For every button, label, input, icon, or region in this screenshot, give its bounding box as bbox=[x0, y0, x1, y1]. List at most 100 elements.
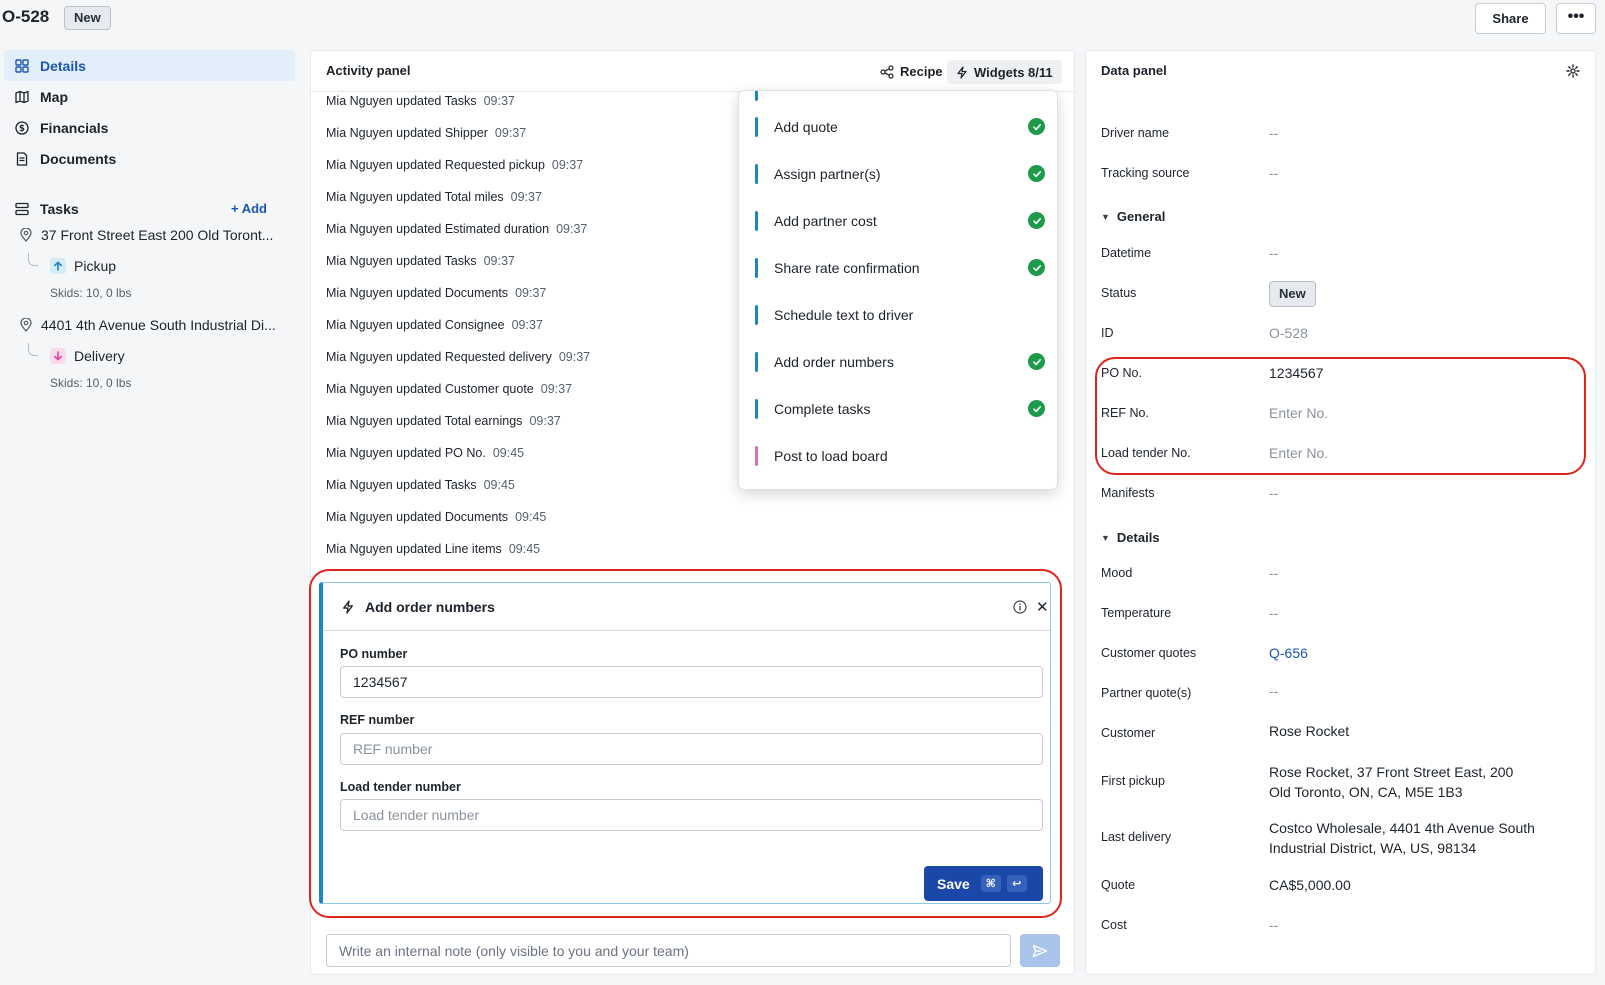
recipe-label: Recipe bbox=[900, 64, 943, 79]
load-tender-input[interactable] bbox=[340, 799, 1043, 831]
tree-connector bbox=[28, 253, 38, 266]
map-icon bbox=[15, 90, 29, 104]
task-label: Pickup bbox=[74, 258, 117, 274]
stop-item[interactable]: 37 Front Street East 200 Old Toront... bbox=[19, 227, 273, 243]
check-circle-icon bbox=[1028, 353, 1045, 370]
activity-log-entry: Mia Nguyen updated Documents 09:45 bbox=[326, 510, 546, 524]
widget-menu-item[interactable]: Add order numbers bbox=[755, 350, 1045, 374]
ref-no-value[interactable]: Enter No. bbox=[1269, 403, 1328, 423]
activity-log-entry: Mia Nguyen updated Tasks 09:37 bbox=[326, 94, 515, 108]
widget-menu-item[interactable]: Complete tasks bbox=[755, 397, 1045, 421]
caret-down-icon: ▼ bbox=[1101, 532, 1110, 543]
info-icon[interactable] bbox=[1013, 600, 1027, 614]
widget-menu-item[interactable]: Post to load board bbox=[755, 444, 1045, 468]
temperature-value[interactable]: -- bbox=[1269, 603, 1278, 623]
driver-name-value[interactable]: -- bbox=[1269, 123, 1278, 143]
widget-menu-label: Post to load board bbox=[774, 448, 888, 464]
sidebar-item-details[interactable]: Details bbox=[4, 50, 295, 81]
manifests-value[interactable]: -- bbox=[1269, 483, 1278, 503]
cost-label: Cost bbox=[1101, 918, 1127, 932]
share-button[interactable]: Share bbox=[1475, 3, 1546, 34]
sidebar-item-financials[interactable]: $ Financials bbox=[4, 112, 295, 143]
check-circle-icon bbox=[1028, 212, 1045, 229]
quote-value[interactable]: CA$5,000.00 bbox=[1269, 875, 1351, 895]
widgets-button[interactable]: Widgets 8/11 bbox=[947, 60, 1062, 84]
close-icon[interactable]: ✕ bbox=[1036, 598, 1049, 616]
widget-accent-bar bbox=[755, 352, 758, 372]
log-text: Mia Nguyen updated Documents bbox=[326, 510, 509, 524]
task-item-pickup[interactable]: Pickup bbox=[50, 258, 116, 274]
log-time: 09:37 bbox=[483, 254, 515, 268]
svg-text:$: $ bbox=[19, 124, 25, 134]
last-delivery-value[interactable]: Costco Wholesale, 4401 4th Avenue South … bbox=[1269, 818, 1535, 858]
widget-menu-item[interactable]: Share rate confirmation bbox=[755, 256, 1045, 280]
log-text: Mia Nguyen updated Line items bbox=[326, 542, 502, 556]
partner-quotes-label: Partner quote(s) bbox=[1101, 686, 1192, 700]
activity-log-entry: Mia Nguyen updated Line items 09:45 bbox=[326, 542, 540, 556]
recipe-button[interactable]: Recipe bbox=[880, 61, 943, 82]
general-section-toggle[interactable]: ▼ General bbox=[1101, 209, 1165, 224]
dollar-circle-icon: $ bbox=[15, 120, 29, 135]
log-time: 09:45 bbox=[483, 478, 515, 492]
widget-menu-item[interactable]: Add partner cost bbox=[755, 209, 1045, 233]
po-number-label: PO number bbox=[340, 647, 408, 661]
log-text: Mia Nguyen updated Estimated duration bbox=[326, 222, 550, 236]
widget-accent-bar bbox=[755, 211, 758, 231]
mood-value[interactable]: -- bbox=[1269, 563, 1278, 583]
quote-label: Quote bbox=[1101, 878, 1136, 892]
ref-number-label: REF number bbox=[340, 713, 415, 727]
more-options-button[interactable]: ••• bbox=[1556, 3, 1596, 34]
activity-log-entry: Mia Nguyen updated Customer quote 09:37 bbox=[326, 382, 572, 396]
bolt-icon bbox=[343, 599, 353, 614]
log-text: Mia Nguyen updated Tasks bbox=[326, 478, 477, 492]
arrow-up-icon bbox=[50, 258, 66, 274]
send-button[interactable] bbox=[1020, 934, 1060, 967]
last-delivery-label: Last delivery bbox=[1101, 830, 1172, 844]
gear-icon[interactable] bbox=[1566, 64, 1580, 78]
tasks-label: Tasks bbox=[40, 201, 79, 217]
datetime-value[interactable]: -- bbox=[1269, 243, 1278, 263]
po-number-input[interactable] bbox=[340, 666, 1043, 698]
widget-menu-item[interactable]: Schedule text to driver bbox=[755, 303, 1045, 327]
customer-value[interactable]: Rose Rocket bbox=[1269, 721, 1349, 741]
log-text: Mia Nguyen updated Tasks bbox=[326, 94, 477, 108]
cost-value[interactable]: -- bbox=[1269, 915, 1278, 935]
log-text: Mia Nguyen updated Total miles bbox=[326, 190, 504, 204]
tracking-source-value[interactable]: -- bbox=[1269, 163, 1278, 183]
check-circle-icon bbox=[1028, 165, 1045, 182]
bolt-icon bbox=[957, 65, 967, 79]
customer-label: Customer bbox=[1101, 726, 1156, 740]
temperature-label: Temperature bbox=[1101, 606, 1172, 620]
customer-quote-link[interactable]: Q-656 bbox=[1269, 643, 1308, 663]
ref-number-input[interactable] bbox=[340, 733, 1043, 765]
po-no-value[interactable]: 1234567 bbox=[1269, 363, 1324, 383]
caret-down-icon: ▼ bbox=[1101, 211, 1110, 222]
internal-note-input[interactable] bbox=[326, 934, 1011, 967]
sidebar-item-documents[interactable]: Documents bbox=[4, 143, 295, 174]
skids-summary: Skids: 10, 0 lbs bbox=[50, 286, 132, 300]
widget-menu-item-clipped[interactable] bbox=[755, 91, 1045, 103]
sidebar-item-map[interactable]: Map bbox=[4, 81, 295, 112]
save-button[interactable]: Save ⌘ ↩ bbox=[924, 866, 1043, 901]
stop-item[interactable]: 4401 4th Avenue South Industrial Di... bbox=[19, 317, 276, 333]
task-item-delivery[interactable]: Delivery bbox=[50, 348, 125, 364]
activity-log-entry: Mia Nguyen updated Estimated duration 09:… bbox=[326, 222, 587, 236]
log-text: Mia Nguyen updated Documents bbox=[326, 286, 509, 300]
task-label: Delivery bbox=[74, 348, 125, 364]
widget-menu-item[interactable]: Add quote bbox=[755, 115, 1045, 139]
log-time: 09:37 bbox=[511, 318, 543, 332]
log-time: 09:45 bbox=[492, 446, 525, 460]
id-value: O-528 bbox=[1269, 325, 1308, 341]
load-tender-no-value[interactable]: Enter No. bbox=[1269, 443, 1328, 463]
check-circle-icon bbox=[1028, 259, 1045, 276]
activity-log-entry: Mia Nguyen updated Requested pickup 09:37 bbox=[326, 158, 583, 172]
widget-menu-label: Complete tasks bbox=[774, 401, 871, 417]
add-task-button[interactable]: + Add bbox=[231, 201, 267, 216]
details-section-toggle[interactable]: ▼ Details bbox=[1101, 530, 1160, 545]
ref-no-label: REF No. bbox=[1101, 406, 1149, 420]
first-pickup-value[interactable]: Rose Rocket, 37 Front Street East, 200 O… bbox=[1269, 762, 1513, 802]
partner-quotes-value[interactable]: -- bbox=[1269, 681, 1278, 701]
status-value[interactable]: New bbox=[1269, 281, 1316, 307]
location-pin-icon bbox=[20, 228, 32, 242]
widget-menu-item[interactable]: Assign partner(s) bbox=[755, 162, 1045, 186]
